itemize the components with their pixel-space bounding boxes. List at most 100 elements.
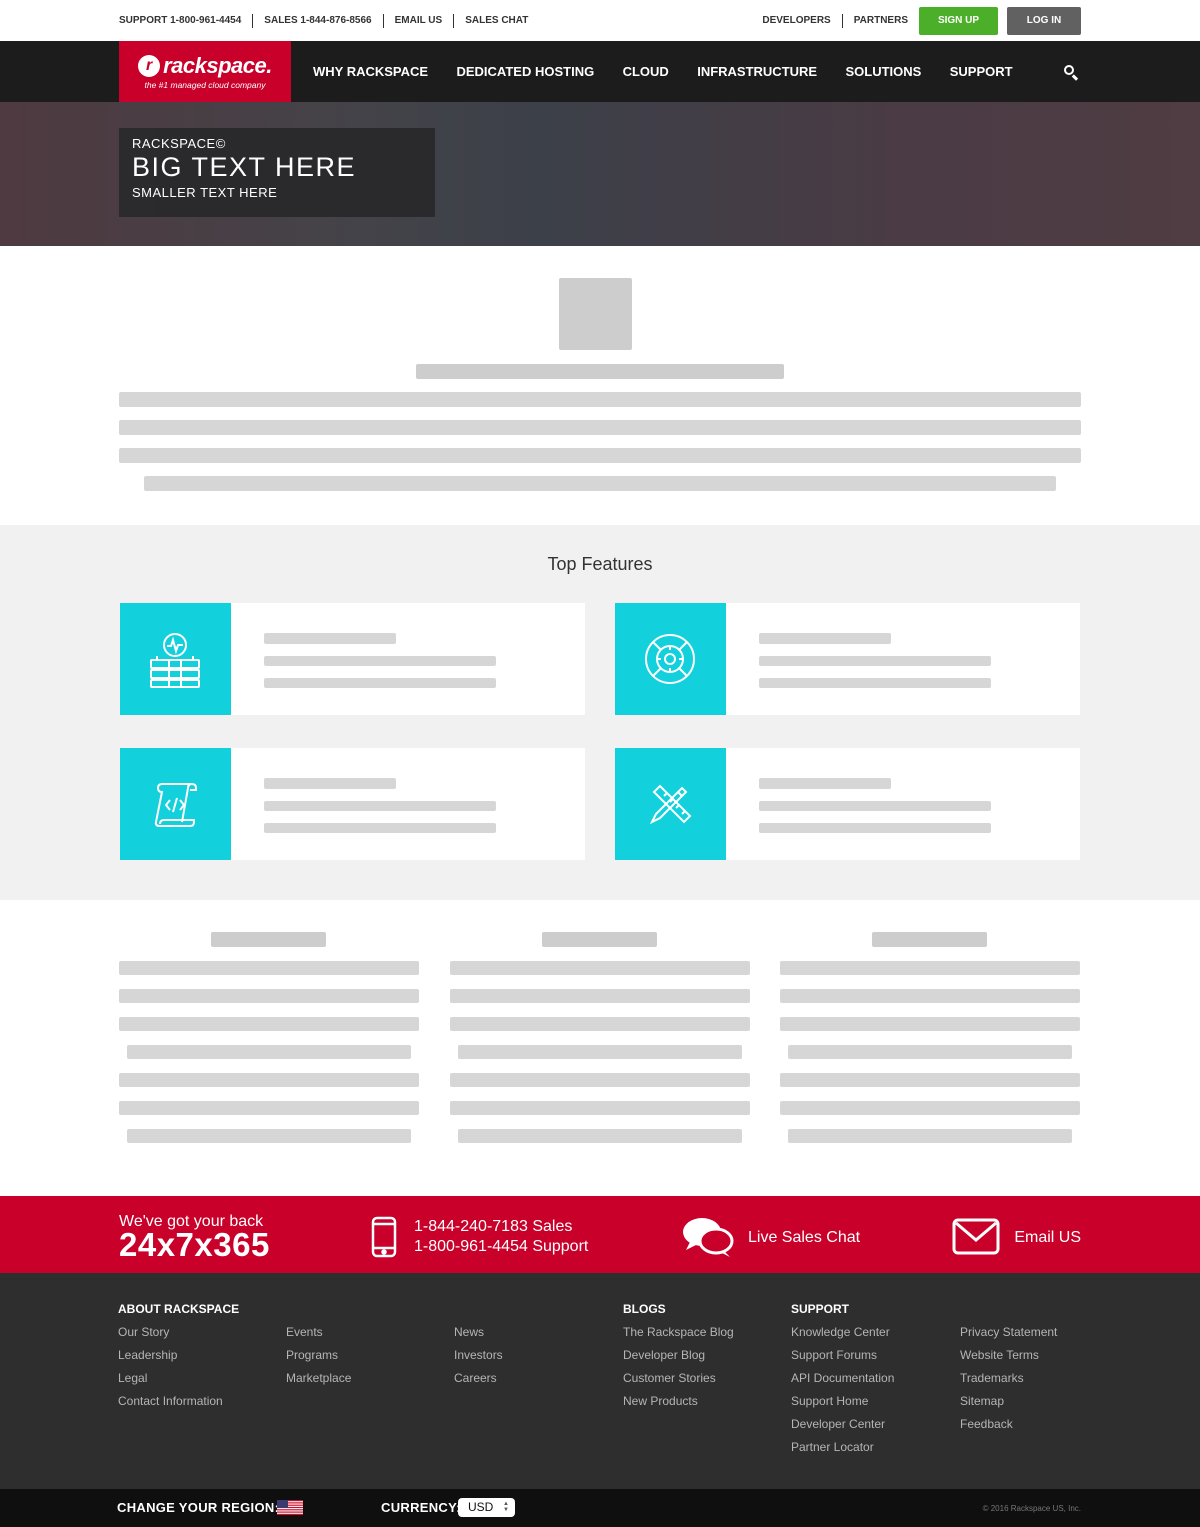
bottom-bar: CHANGE YOUR REGION: CURRENCY: USD ▲ ▼ © 2…	[0, 1489, 1200, 1527]
column-text-line	[127, 1045, 411, 1059]
email-us-contact-link[interactable]: Email US	[1014, 1229, 1081, 1247]
mail-icon[interactable]	[952, 1218, 1000, 1255]
footer-link-sitemap[interactable]: Sitemap	[960, 1393, 1057, 1416]
column-text-line	[788, 1045, 1072, 1059]
footer-link-developer-center[interactable]: Developer Center	[791, 1416, 894, 1439]
column-text-line	[119, 1101, 419, 1115]
footer-link-knowledge-center[interactable]: Knowledge Center	[791, 1324, 894, 1347]
column-text-line	[458, 1129, 742, 1143]
footer-link-support-home[interactable]: Support Home	[791, 1393, 894, 1416]
intro-text-line	[119, 420, 1081, 435]
feature-text-placeholder	[758, 801, 991, 811]
column-text-line	[780, 1017, 1080, 1031]
chat-icon[interactable]	[682, 1216, 734, 1258]
footer-link-rackspace-blog[interactable]: The Rackspace Blog	[623, 1324, 734, 1347]
footer-link-support-forums[interactable]: Support Forums	[791, 1347, 894, 1370]
sales-phone-number[interactable]: 1-844-240-7183 Sales	[414, 1217, 588, 1237]
feature-text-placeholder	[263, 823, 496, 833]
footer-link-api-documentation[interactable]: API Documentation	[791, 1370, 894, 1393]
feature-body	[231, 748, 585, 860]
footer-link-news[interactable]: News	[454, 1324, 503, 1347]
column-heading-placeholder	[872, 932, 987, 947]
developers-link[interactable]: DEVELOPERS	[751, 13, 843, 28]
nav-why-rackspace[interactable]: WHY RACKSPACE	[313, 64, 428, 79]
phone-icon[interactable]	[371, 1216, 397, 1258]
contact-hours: 24x7x365	[119, 1226, 270, 1263]
rackspace-logo[interactable]: r rackspace. the #1 managed cloud compan…	[119, 41, 291, 102]
feature-body	[726, 603, 1080, 715]
features-grid	[119, 603, 1081, 863]
footer-blogs-heading: BLOGS	[623, 1302, 666, 1316]
column-text-line	[119, 989, 419, 1003]
column-text-line	[788, 1129, 1072, 1143]
sales-phone-link[interactable]: SALES 1-844-876-8566	[253, 13, 384, 28]
hero-text-box: RACKSPACE© BIG TEXT HERE SMALLER TEXT HE…	[119, 128, 435, 217]
footer-link-investors[interactable]: Investors	[454, 1347, 503, 1370]
footer-about-column-2: Events Programs Marketplace	[286, 1301, 351, 1393]
hero-title: BIG TEXT HERE	[132, 152, 357, 182]
footer-link-developer-blog[interactable]: Developer Blog	[623, 1347, 734, 1370]
nav-dedicated-hosting[interactable]: DEDICATED HOSTING	[456, 64, 594, 79]
intro-section	[119, 246, 1081, 525]
feature-card[interactable]	[119, 603, 585, 715]
nav-cloud[interactable]: CLOUD	[623, 64, 669, 79]
sales-chat-link[interactable]: SALES CHAT	[454, 14, 539, 28]
copyright-text: © 2016 Rackspace US, Inc.	[982, 1504, 1081, 1513]
log-in-button[interactable]: LOG IN	[1007, 6, 1081, 35]
footer-link-partner-locator[interactable]: Partner Locator	[791, 1439, 894, 1462]
partners-link[interactable]: PARTNERS	[843, 14, 919, 28]
footer-link-new-products[interactable]: New Products	[623, 1393, 734, 1416]
footer-link-leadership[interactable]: Leadership	[118, 1347, 239, 1370]
intro-text-line	[119, 392, 1081, 407]
contact-band: We've got your back 24x7x365 1-844-240-7…	[0, 1196, 1200, 1273]
footer-link-customer-stories[interactable]: Customer Stories	[623, 1370, 734, 1393]
sign-up-button[interactable]: SIGN UP	[919, 6, 998, 35]
footer-support-heading: SUPPORT	[791, 1302, 850, 1316]
design-tools-icon	[614, 748, 726, 860]
feature-card[interactable]	[614, 603, 1080, 715]
feature-text-placeholder	[758, 823, 991, 833]
live-sales-chat-link[interactable]: Live Sales Chat	[748, 1229, 860, 1247]
hero-subtitle: SMALLER TEXT HERE	[132, 185, 278, 200]
footer-about-heading: ABOUT RACKSPACE	[118, 1302, 240, 1316]
support-phone-number[interactable]: 1-800-961-4454 Support	[414, 1237, 588, 1257]
footer-link-website-terms[interactable]: Website Terms	[960, 1347, 1057, 1370]
footer-link-our-story[interactable]: Our Story	[118, 1324, 239, 1347]
us-flag-icon[interactable]	[277, 1500, 303, 1515]
footer-link-contact-information[interactable]: Contact Information	[118, 1393, 239, 1416]
footer-link-events[interactable]: Events	[286, 1324, 351, 1347]
footer-legal-column: Privacy Statement Website Terms Trademar…	[960, 1301, 1057, 1439]
logo-wordmark: rackspace.	[163, 53, 272, 78]
feature-card[interactable]	[119, 748, 585, 860]
feature-text-placeholder	[263, 801, 496, 811]
footer-link-trademarks[interactable]: Trademarks	[960, 1370, 1057, 1393]
column-text-line	[780, 989, 1080, 1003]
feature-title-placeholder	[263, 633, 396, 644]
column-text-line	[450, 1017, 750, 1031]
footer-link-feedback[interactable]: Feedback	[960, 1416, 1057, 1439]
feature-title-placeholder	[263, 778, 396, 789]
lifebuoy-gear-icon	[614, 603, 726, 715]
footer-link-legal[interactable]: Legal	[118, 1370, 239, 1393]
column-text-line	[450, 1101, 750, 1115]
footer-link-privacy-statement[interactable]: Privacy Statement	[960, 1324, 1057, 1347]
feature-text-placeholder	[758, 656, 991, 666]
feature-card[interactable]	[614, 748, 1080, 860]
footer-link-marketplace[interactable]: Marketplace	[286, 1370, 351, 1393]
footer-blogs-column: BLOGS The Rackspace Blog Developer Blog …	[623, 1301, 734, 1416]
footer-link-programs[interactable]: Programs	[286, 1347, 351, 1370]
search-icon[interactable]	[1061, 62, 1081, 82]
contact-phone-numbers[interactable]: 1-844-240-7183 Sales 1-800-961-4454 Supp…	[414, 1217, 588, 1257]
footer-link-careers[interactable]: Careers	[454, 1370, 503, 1393]
email-us-link[interactable]: EMAIL US	[384, 13, 455, 28]
column-text-line	[119, 1017, 419, 1031]
nav-support[interactable]: SUPPORT	[950, 64, 1013, 79]
intro-image-placeholder	[559, 278, 632, 350]
support-phone-link[interactable]: SUPPORT 1-800-961-4454	[119, 13, 254, 28]
feature-text-placeholder	[263, 656, 496, 666]
select-arrows-icon: ▲ ▼	[503, 1501, 509, 1513]
nav-solutions[interactable]: SOLUTIONS	[845, 64, 921, 79]
currency-select[interactable]: USD ▲ ▼	[458, 1498, 515, 1517]
nav-infrastructure[interactable]: INFRASTRUCTURE	[697, 64, 817, 79]
column-text-line	[780, 1073, 1080, 1087]
